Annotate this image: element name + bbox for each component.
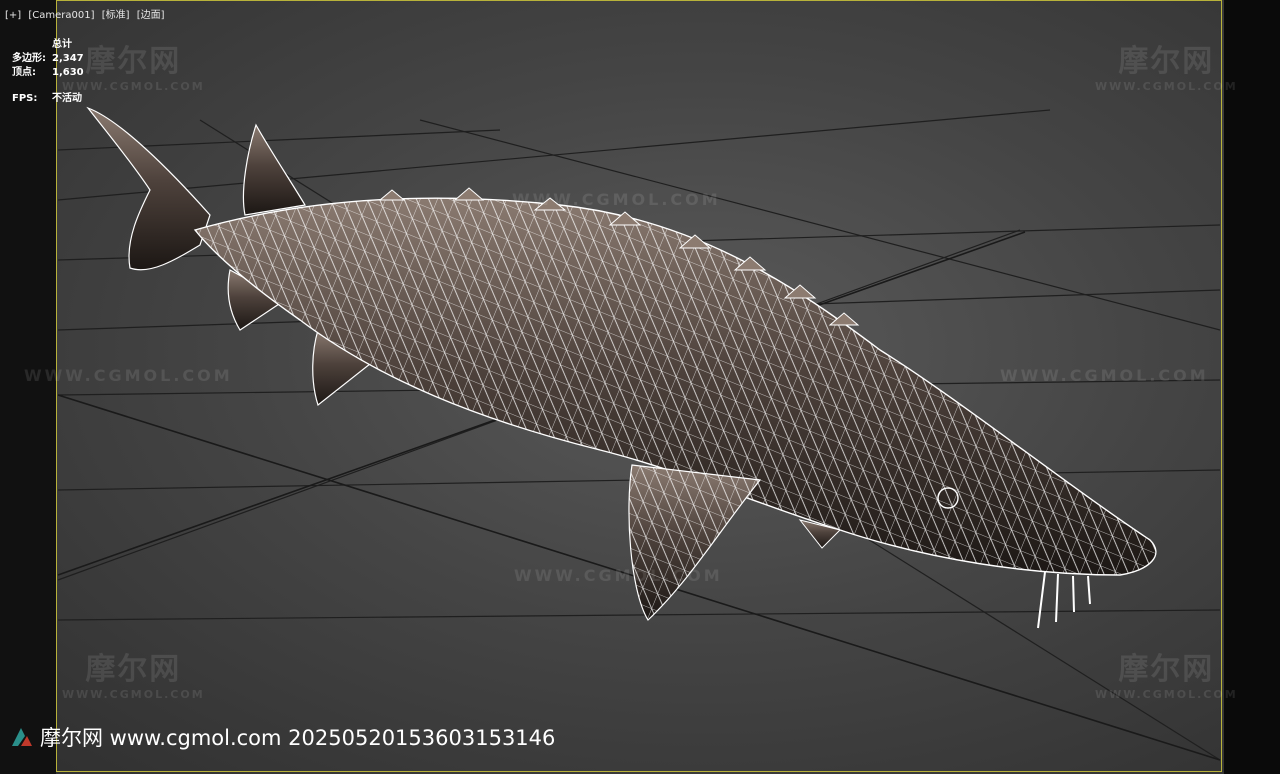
stats-fps-value: 不活动 <box>52 93 82 104</box>
viewport-statistics: 总计 多边形: 2,347 顶点: 1,630 FPS: 不活动 <box>12 38 84 106</box>
stats-total-label: 总计 <box>52 39 72 50</box>
stats-polygons-value: 2,347 <box>52 53 84 64</box>
watermark-line-top: WWW.CGMOL.COM <box>512 190 721 209</box>
viewport-camera[interactable]: 摩尔网 WWW.CGMOL.COM 摩尔网 WWW.CGMOL.COM 摩尔网 WWW… <box>0 0 1280 774</box>
watermark-bottom-right: 摩尔网 WWW.CGMOL.COM <box>1095 652 1238 701</box>
watermark-line-bottom: WWW.CGMOL.COM <box>514 566 723 585</box>
viewport-display-mode-menu[interactable]: [边面] <box>137 10 165 21</box>
footer-watermark: 摩尔网 www.cgmol.com 20250520153603153146 <box>8 722 555 752</box>
viewport-camera-menu[interactable]: [Camera001] <box>28 10 94 21</box>
stats-vertices-label: 顶点: <box>12 67 36 78</box>
viewport-label-menu: [+] [Camera001] [标准] [边面] <box>5 6 169 21</box>
viewport-shading-menu[interactable]: [标准] <box>102 10 130 21</box>
viewport-plus-menu[interactable]: [+] <box>5 10 21 21</box>
stats-vertices-value: 1,630 <box>52 67 84 78</box>
stats-fps-label: FPS: <box>12 93 38 104</box>
footer-text: 摩尔网 www.cgmol.com 20250520153603153146 <box>40 726 556 750</box>
safe-frame <box>56 0 1222 772</box>
watermark-bottom-left: 摩尔网 WWW.CGMOL.COM <box>62 652 205 701</box>
stats-polygons-label: 多边形: <box>12 53 46 64</box>
viewport-left-gutter <box>0 0 56 774</box>
watermark-line-left: WWW.CGMOL.COM <box>24 366 233 385</box>
cgmol-logo-icon <box>12 728 32 746</box>
watermark-line-right: WWW.CGMOL.COM <box>1000 366 1209 385</box>
watermark-top-right: 摩尔网 WWW.CGMOL.COM <box>1095 44 1238 93</box>
